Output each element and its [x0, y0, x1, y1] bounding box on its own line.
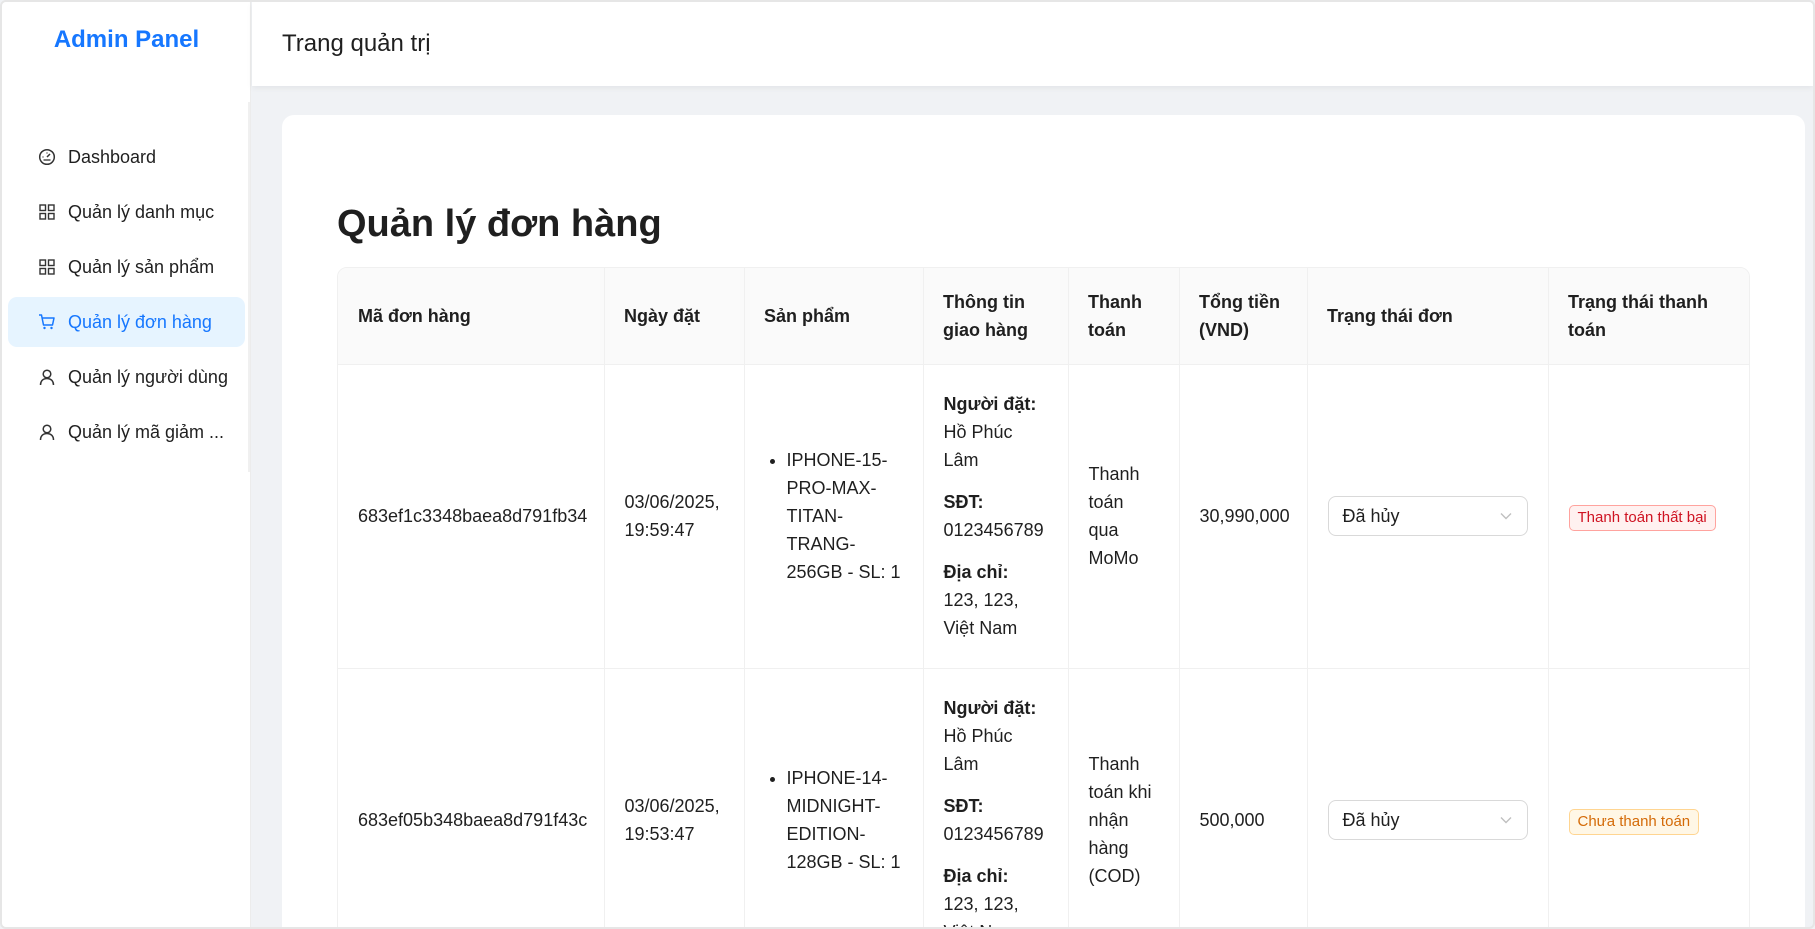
phone-label: SĐT:	[943, 796, 984, 816]
column-header-payment[interactable]: Thanh toán	[1068, 268, 1179, 365]
sidebar: Admin Panel Dashboard Quản lý danh mục Q…	[2, 2, 251, 927]
address-value: 123, 123, Việt Nam	[943, 894, 1019, 927]
total-cell: 30,990,000	[1178, 364, 1307, 669]
payment-status-cell: Thanh toán thất bại	[1547, 364, 1749, 669]
appstore-icon	[37, 257, 57, 277]
user-icon	[37, 367, 57, 387]
dashboard-icon	[37, 147, 57, 167]
sidebar-item-label: Quản lý mã giảm ...	[68, 421, 225, 442]
column-header-order-date[interactable]: Ngày đặt	[604, 268, 744, 365]
shipping-cell: Người đặt: Hồ Phúc Lâm SĐT: 0123456789 Địa…	[922, 668, 1068, 927]
column-header-payment-status[interactable]: Trạng thái thanh toán	[1548, 268, 1749, 365]
app-window: Admin Panel Dashboard Quản lý danh mục Q…	[0, 0, 1815, 929]
order-status-value: Đã hủy	[1342, 506, 1400, 526]
chevron-down-icon	[1499, 509, 1513, 523]
products-cell: IPHONE-14-MIDNIGHT-EDITION-128GB - SL: 1	[743, 668, 923, 927]
table-row: 683ef1c3348baea8d791fb34 03/06/2025, 19:…	[338, 364, 1749, 669]
chevron-down-icon	[1499, 813, 1513, 827]
order-status-cell: Đã hủy	[1306, 668, 1548, 927]
buyer-label: Người đặt:	[943, 394, 1037, 414]
sidebar-menu: Dashboard Quản lý danh mục Quản lý sản p…	[2, 132, 251, 462]
order-status-select[interactable]: Đã hủy	[1327, 800, 1528, 840]
address-label: Địa chỉ:	[943, 866, 1009, 886]
buyer-name: Hồ Phúc Lâm	[943, 422, 1013, 470]
header-title: Trang quản trị	[282, 30, 431, 57]
appstore-icon	[37, 202, 57, 222]
column-header-order-status[interactable]: Trạng thái đơn	[1307, 268, 1548, 365]
page-title: Quản lý đơn hàng	[337, 203, 662, 245]
orders-table: Mã đơn hàng Ngày đặt Sản phẩm Thông tin …	[337, 267, 1750, 927]
sidebar-item-label: Quản lý danh mục	[68, 201, 215, 222]
column-header-products[interactable]: Sản phẩm	[744, 268, 923, 365]
content-card: Quản lý đơn hàng Mã đơn hàng Ngày đặt Sả…	[282, 115, 1805, 927]
column-header-shipping[interactable]: Thông tin giao hàng	[923, 268, 1068, 365]
top-header: Trang quản trị	[252, 2, 1813, 86]
order-status-value: Đã hủy	[1342, 810, 1400, 830]
sidebar-item-label: Quản lý đơn hàng	[68, 311, 212, 332]
order-status-select[interactable]: Đã hủy	[1327, 496, 1528, 536]
sidebar-item-categories[interactable]: Quản lý danh mục	[8, 187, 245, 237]
phone-label: SĐT:	[943, 492, 984, 512]
order-status-cell: Đã hủy	[1306, 364, 1548, 669]
address-label: Địa chỉ:	[943, 562, 1009, 582]
sidebar-item-label: Quản lý người dùng	[68, 366, 228, 387]
sidebar-item-users[interactable]: Quản lý người dùng	[8, 352, 245, 402]
product-item: IPHONE-14-MIDNIGHT-EDITION-128GB - SL: 1	[787, 764, 903, 876]
sidebar-item-products[interactable]: Quản lý sản phẩm	[8, 242, 245, 292]
product-item: IPHONE-15-PRO-MAX-TITAN-TRANG-256GB - SL…	[787, 446, 903, 586]
order-date-cell: 03/06/2025, 19:53:47	[603, 668, 744, 927]
shopping-cart-icon	[37, 312, 57, 332]
products-cell: IPHONE-15-PRO-MAX-TITAN-TRANG-256GB - SL…	[743, 364, 923, 669]
sidebar-item-label: Dashboard	[68, 146, 157, 167]
payment-method-cell: Thanh toán khi nhận hàng (COD)	[1067, 668, 1179, 927]
total-cell: 500,000	[1178, 668, 1307, 927]
phone-value: 0123456789	[943, 520, 1044, 540]
logo: Admin Panel	[53, 26, 200, 53]
user-icon	[37, 422, 57, 442]
sidebar-item-coupons[interactable]: Quản lý mã giảm ...	[8, 407, 245, 457]
sidebar-item-orders[interactable]: Quản lý đơn hàng	[8, 297, 245, 347]
order-date-cell: 03/06/2025, 19:59:47	[603, 364, 744, 669]
buyer-label: Người đặt:	[943, 698, 1037, 718]
shipping-cell: Người đặt: Hồ Phúc Lâm SĐT: 0123456789 Địa…	[922, 364, 1068, 669]
table-header-row: Mã đơn hàng Ngày đặt Sản phẩm Thông tin …	[338, 268, 1749, 365]
buyer-name: Hồ Phúc Lâm	[943, 726, 1013, 774]
phone-value: 0123456789	[943, 824, 1044, 844]
payment-status-cell: Chưa thanh toán	[1547, 668, 1749, 927]
sidebar-item-dashboard[interactable]: Dashboard	[8, 132, 245, 182]
column-header-total[interactable]: Tổng tiền (VND)	[1179, 268, 1307, 365]
table-row: 683ef05b348baea8d791f43c 03/06/2025, 19:…	[338, 668, 1749, 927]
address-value: 123, 123, Việt Nam	[943, 590, 1019, 638]
order-id-cell: 683ef05b348baea8d791f43c	[338, 668, 604, 927]
sidebar-item-label: Quản lý sản phẩm	[68, 256, 215, 277]
column-header-order-id[interactable]: Mã đơn hàng	[338, 268, 604, 365]
payment-status-badge: Chưa thanh toán	[1568, 808, 1700, 835]
payment-method-cell: Thanh toán qua MoMo	[1067, 364, 1179, 669]
payment-status-badge: Thanh toán thất bại	[1568, 504, 1716, 531]
order-id-cell: 683ef1c3348baea8d791fb34	[338, 364, 604, 669]
